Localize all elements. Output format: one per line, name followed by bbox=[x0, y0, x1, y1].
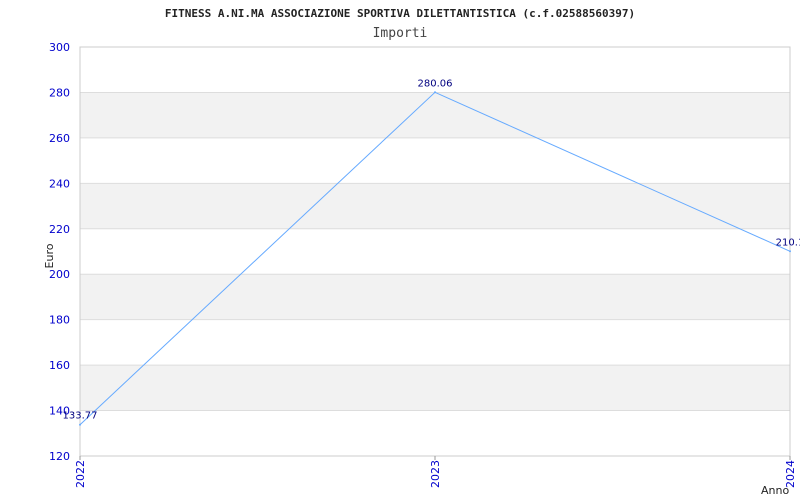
x-tick-label: 2022 bbox=[74, 460, 87, 488]
y-tick-label: 200 bbox=[49, 268, 70, 281]
y-tick-label: 220 bbox=[49, 223, 70, 236]
chart-subtitle: Importi bbox=[373, 26, 428, 41]
y-tick-label: 180 bbox=[49, 314, 70, 327]
data-point bbox=[79, 423, 81, 426]
y-tick-label: 260 bbox=[49, 132, 70, 145]
y-tick-label: 300 bbox=[49, 41, 70, 54]
grid-band bbox=[80, 92, 790, 138]
chart-title: FITNESS A.NI.MA ASSOCIAZIONE SPORTIVA DI… bbox=[165, 7, 635, 20]
y-axis-label: Euro bbox=[43, 243, 56, 268]
y-tick-label: 120 bbox=[49, 450, 70, 463]
grid-band bbox=[80, 365, 790, 411]
y-tick-label: 280 bbox=[49, 86, 70, 99]
grid-bands bbox=[80, 92, 790, 411]
data-label: 280.06 bbox=[418, 78, 453, 89]
x-axis-ticks: 2022 2023 2024 bbox=[74, 456, 797, 488]
grid-band bbox=[80, 274, 790, 320]
grid-band bbox=[80, 183, 790, 229]
data-point bbox=[789, 250, 791, 253]
x-tick-label: 2023 bbox=[429, 460, 442, 488]
line-chart: FITNESS A.NI.MA ASSOCIAZIONE SPORTIVA DI… bbox=[43, 7, 800, 497]
data-label: 133.77 bbox=[63, 411, 98, 422]
x-axis-label: Anno bbox=[761, 484, 789, 497]
data-point bbox=[434, 91, 436, 94]
y-tick-label: 160 bbox=[49, 359, 70, 372]
data-label: 210.1 bbox=[776, 237, 800, 248]
y-tick-label: 240 bbox=[49, 177, 70, 190]
